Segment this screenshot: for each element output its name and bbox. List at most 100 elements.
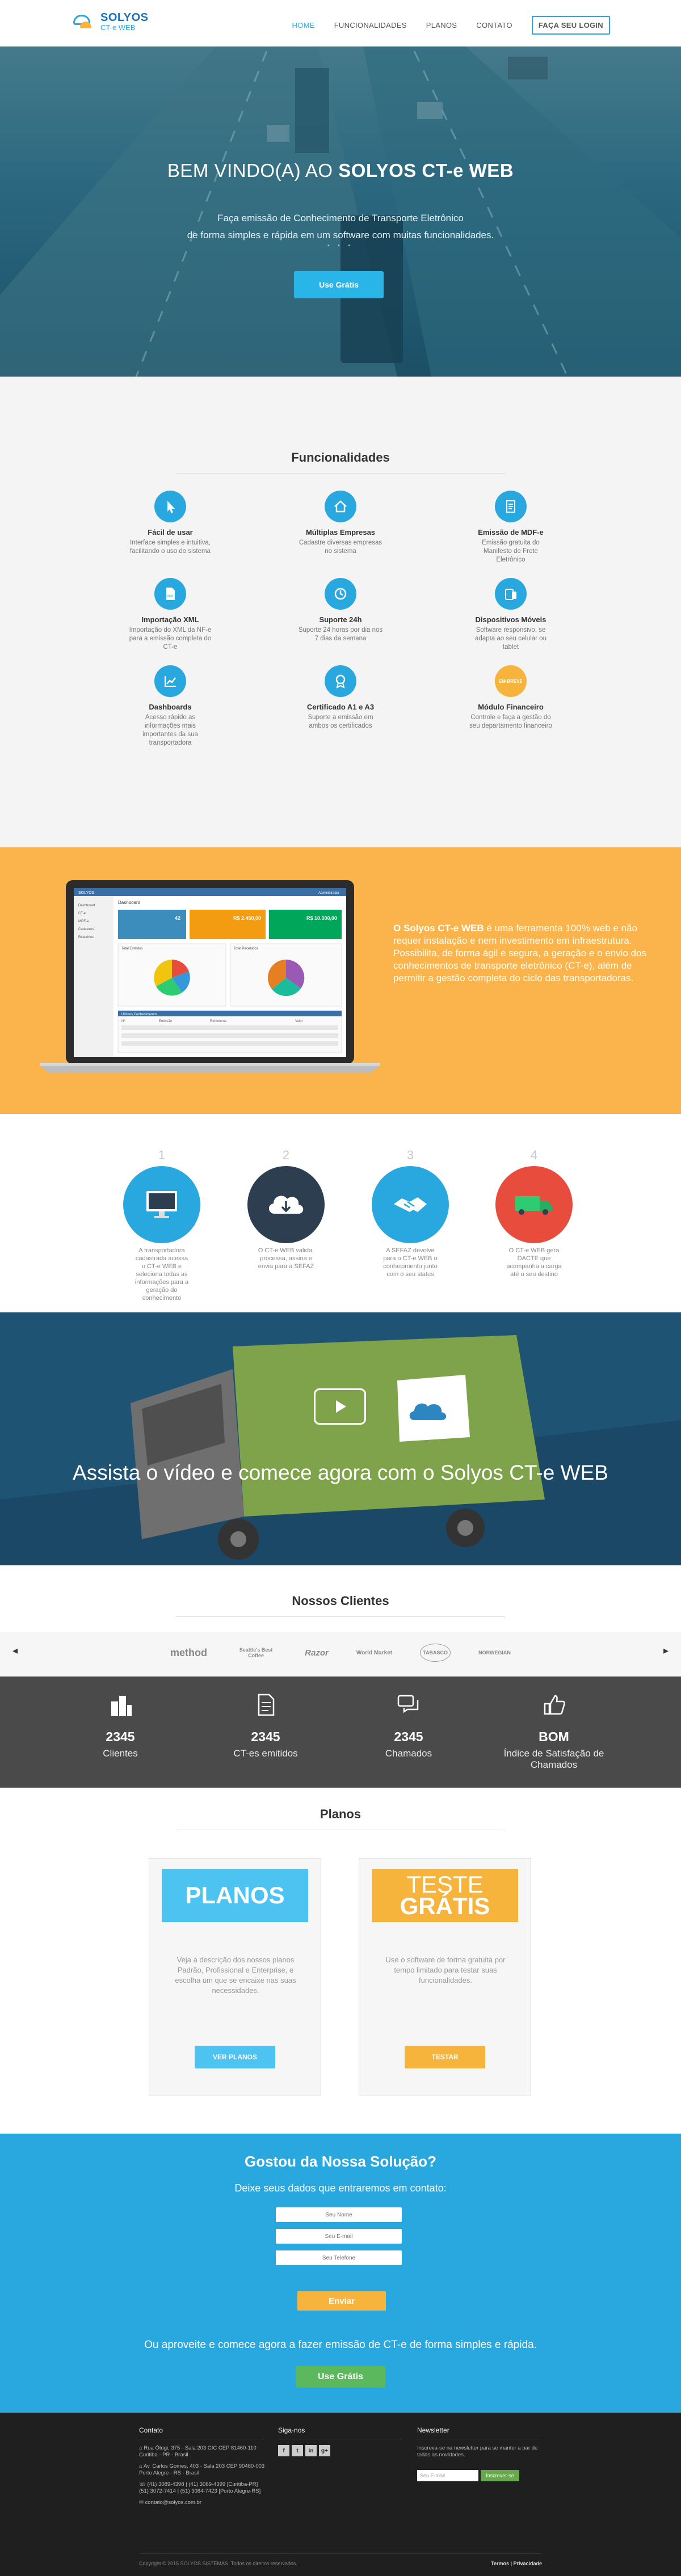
line-chart-icon [154,665,186,697]
google-plus-icon[interactable]: g+ [319,2445,330,2456]
top-navbar: SOLYOS CT-e WEB HOME FUNCIONALIDADES PLA… [0,0,681,47]
step-4: 4 O CT-e WEB gera DACTE que acompanha a … [491,1148,577,1278]
feature-multi-company: Múltiplas Empresas Cadastre diversas empr… [255,491,426,564]
footer-newsletter: Newsletter Inscreva-se na newsletter par… [417,2426,542,2481]
step-3: 3 A SEFAZ devolve para o CT-e WEB o conh… [368,1148,453,1278]
footer-links[interactable]: Termos | Privacidade [491,2561,542,2566]
carousel-next-arrow[interactable]: ▸ [663,1645,669,1657]
clients-section: Nossos Clientes ◂ ▸ method Seattle's Bes… [0,1565,681,1676]
thumbs-up-icon [544,1695,565,1715]
plans-card-description: Veja a descrição dos nossos planos Padrã… [175,1956,296,1995]
try-button[interactable]: TESTAR [405,2046,485,2068]
carousel-prev-arrow[interactable]: ◂ [12,1645,18,1657]
feature-financial: EM BREVE Módulo Financeiro Controle e faç… [426,665,596,748]
truck-icon [495,1166,573,1243]
brand-logo[interactable]: SOLYOS CT-e WEB [71,11,149,32]
handshake-icon [372,1166,449,1243]
about-section: SOLYOS Administrador Dashboard CT-e MDF-… [0,847,681,1114]
svg-text:XML: XML [167,595,174,598]
cloud-download-icon [247,1166,325,1243]
play-video-button[interactable] [314,1388,366,1425]
contact-subtitle: Deixe seus dados que entraremos em conta… [234,2182,447,2194]
client-logo: method [170,1646,207,1658]
divider [176,1616,505,1617]
use-free-button[interactable]: Use Grátis [296,2366,385,2388]
step-1: 1 A transportadora cadastrada acessa o C… [119,1148,204,1302]
footer-bottom-bar: Copyright © 2015 SOLYOS SISTEMAS. Todos … [139,2553,542,2566]
cloud-logo-icon [71,12,97,31]
feature-certificate: Certificado A1 e A3 Suporte a emissão em … [255,665,426,748]
plans-card-header: PLANOS [162,1869,308,1922]
client-logo: NORWEGIAN [478,1650,511,1656]
twitter-icon[interactable]: t [292,2445,303,2456]
name-field[interactable] [276,2207,402,2222]
buildings-icon [111,1696,132,1716]
svg-text:Cadastros: Cadastros [78,928,94,931]
svg-text:Dashboard: Dashboard [78,904,95,907]
stat-tickets: 2345 Chamados [352,1692,465,1759]
feature-support: Suporte 24h Suporte 24 horas por dia nos … [255,578,426,652]
nav-planos[interactable]: PLANOS [426,21,457,29]
newsletter-email-input[interactable]: Seu E-mail [417,2470,478,2481]
features-title: Funcionalidades [291,450,390,464]
laptop-dashboard-mockup: SOLYOS Administrador Dashboard CT-e MDF-… [40,880,380,1073]
free-trial-header: TESTE GRÁTIS [372,1869,518,1922]
hero-title: BEM VINDO(A) AO SOLYOS CT-e WEB [167,160,514,181]
nav-funcionalidades[interactable]: FUNCIONALIDADES [334,21,407,29]
client-logo: Seattle's Best Coffee [239,1647,273,1658]
cursor-icon [154,491,186,522]
phone-field[interactable] [276,2250,402,2265]
svg-text:Emissão: Emissão [159,1020,173,1023]
document-icon [258,1694,275,1716]
login-button[interactable]: FAÇA SEU LOGIN [531,16,610,35]
logo-subtitle: CT-e WEB [100,23,136,32]
mobile-devices-icon [495,578,527,610]
stat-clients: 2345 Clientes [64,1692,177,1759]
view-plans-button[interactable]: VER PLANOS [195,2046,275,2068]
send-button[interactable]: Enviar [297,2291,386,2311]
contact-title: Gostou da Nossa Solução? [244,2153,437,2170]
svg-text:R$ 10.000,00: R$ 10.000,00 [306,915,337,921]
about-text: O Solyos CT-e WEB é uma ferramenta 100% … [393,923,647,983]
svg-text:Remetente: Remetente [210,1020,227,1023]
svg-text:Últimos Conhecimentos: Últimos Conhecimentos [121,1012,157,1016]
feature-mobile: Dispositivos Móveis Software responsivo, … [426,578,596,652]
nav-contato[interactable]: CONTATO [476,21,512,29]
feature-easy: Fácil de usar Interface simples e intuiti… [85,491,255,564]
facebook-icon[interactable]: f [278,2445,289,2456]
video-section[interactable]: Assista o vídeo e comece agora com o Sol… [0,1312,681,1565]
svg-text:Administrador: Administrador [318,892,339,895]
hero-carousel-dots[interactable]: • • • [0,243,681,249]
home-icon [325,491,356,522]
footer-email-link[interactable]: contato@solyos.com.br [145,2499,201,2506]
linkedin-icon[interactable]: in [305,2445,317,2456]
newsletter-subscribe-button[interactable]: Inscrever-se [481,2470,519,2481]
svg-text:MDF-e: MDF-e [78,920,89,923]
highway-background [0,0,681,377]
svg-text:EM BREVE: EM BREVE [499,679,522,684]
stat-satisfaction: BOM Índice de Satisfação de Chamados [491,1692,616,1771]
free-trial-card: TESTE GRÁTIS Use o software de forma gra… [359,1858,531,2096]
footer-social: Siga-nos f t in g+ [278,2426,403,2456]
hero-subtitle: Faça emissão de Conhecimento de Transpor… [187,213,494,240]
certificate-badge-icon [325,665,356,697]
features-section: Funcionalidades Fácil de usar Interface s… [0,377,681,847]
file-xml-icon: XML [154,578,186,610]
svg-text:Dashboard: Dashboard [118,900,140,905]
footer-contact: Contato ⌂ Rua Ótugi, 375 - Sala 203 CIC … [139,2426,265,2506]
plans-section: Planos PLANOS Veja a descrição dos nosso… [0,1788,681,2134]
client-logos: method Seattle's Best Coffee Razor World… [170,1644,511,1662]
hero-use-free-button[interactable]: Use Grátis [294,271,384,298]
copyright-text: Copyright © 2015 SOLYOS SISTEMAS. Todos … [139,2561,297,2566]
svg-text:Total Emitidos: Total Emitidos [121,947,142,951]
client-logo: World Market [356,1649,393,1656]
how-it-works-section: 1 A transportadora cadastrada acessa o C… [0,1114,681,1312]
contact-cta-text: Ou aproveite e comece agora a fazer emis… [144,2339,537,2351]
divider [176,473,505,474]
main-menu: HOME FUNCIONALIDADES PLANOS CONTATO FAÇA… [292,16,610,35]
email-field[interactable] [276,2229,402,2244]
free-trial-description: Use o software de forma gratuita por tem… [385,1956,506,1984]
nav-home[interactable]: HOME [292,21,314,29]
svg-text:Nº: Nº [121,1019,125,1023]
client-logo: Razor [305,1648,329,1658]
